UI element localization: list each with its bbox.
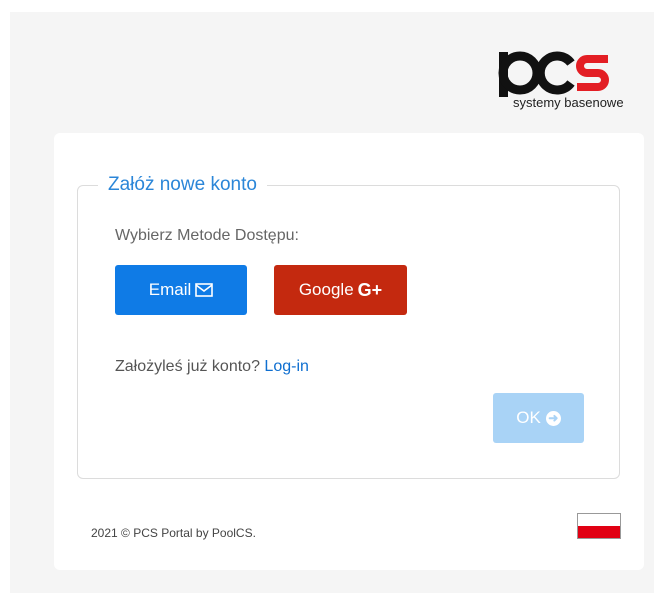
logo-tagline: systemy basenowe [513,95,624,110]
ok-button-label: OK [516,408,541,427]
footer-copyright: 2021 © PCS Portal by PoolCS. [91,526,256,540]
google-plus-icon: G+ [357,279,383,300]
register-fieldset: Załóż nowe konto Wybierz Metode Dostępu:… [77,172,620,479]
login-prompt: Założyleś już konto? Log-in [115,358,309,376]
login-prompt-text: Założyleś już konto? [115,358,260,375]
email-button[interactable]: Email [115,265,247,315]
access-method-label: Wybierz Metode Dostępu: [115,227,299,244]
register-card: Załóż nowe konto Wybierz Metode Dostępu:… [54,133,644,570]
poland-flag-icon[interactable] [577,513,621,539]
form-legend: Załóż nowe konto [98,172,267,198]
ok-button[interactable]: OK ➜ [493,393,584,443]
login-link[interactable]: Log-in [264,358,308,375]
pcs-logo: systemy basenowe [495,42,654,117]
email-button-label: Email [148,280,192,299]
arrow-circle-right-icon: ➜ [545,410,561,426]
pcs-logo-word [498,51,609,97]
page-background: systemy basenowe Załóż nowe konto Wybier… [10,12,654,593]
google-button-label: Google [298,280,354,299]
envelope-icon [195,283,214,297]
google-button[interactable]: Google G+ [274,265,407,315]
